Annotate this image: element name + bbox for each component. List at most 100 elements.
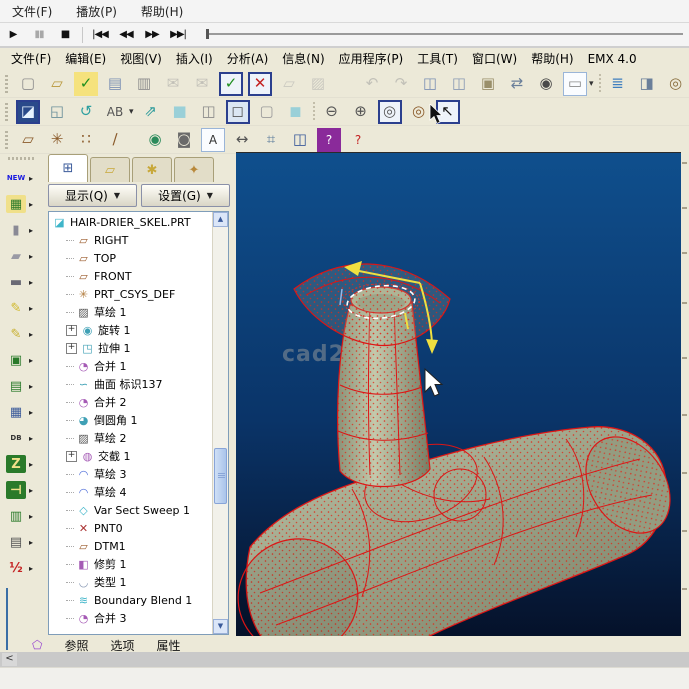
tree-item[interactable]: ◔合并 2 (49, 393, 213, 411)
menu-analysis[interactable]: 分析(A) (220, 48, 276, 69)
tab-folder-browser[interactable]: ▱ (90, 157, 130, 182)
step-back-button[interactable]: ◀◀ (113, 29, 139, 40)
menu-window[interactable]: 窗口(W) (465, 48, 524, 69)
flyout-arrow-icon[interactable]: ▸ (29, 330, 33, 339)
tree-item[interactable]: ◡类型 1 (49, 573, 213, 591)
play-button[interactable]: ▶ (0, 29, 26, 40)
annotation-button[interactable]: A (201, 128, 225, 152)
tree-item[interactable]: ▨草绘 2 (49, 429, 213, 447)
tree-item[interactable]: +◉旋转 1 (49, 321, 213, 339)
layers-button[interactable]: ≣ (606, 72, 630, 96)
menu-help[interactable]: 帮助(H) (524, 48, 580, 69)
dropdown-arrow-icon[interactable]: ▾ (129, 107, 134, 117)
select-items-button[interactable]: ↖ (436, 100, 460, 124)
tab-favorites[interactable]: ✱ (132, 157, 172, 182)
emx-dowel-button[interactable]: ▰▸ (0, 243, 46, 269)
flyout-arrow-icon[interactable]: ▸ (29, 408, 33, 417)
flyout-arrow-icon[interactable]: ▸ (29, 460, 33, 469)
measure-button[interactable]: ↔ (230, 128, 254, 152)
open-file-button[interactable]: ▱ (45, 72, 69, 96)
csys-display-button[interactable]: ✳ (45, 128, 69, 152)
skip-end-button[interactable]: ▶▶| (165, 29, 191, 40)
player-menu-help[interactable]: 帮助(H) (129, 0, 195, 23)
scroll-left-button[interactable]: < (2, 653, 17, 666)
menu-edit[interactable]: 编辑(E) (58, 48, 113, 69)
tree-item[interactable]: ▱DTM1 (49, 537, 213, 555)
stop-button[interactable]: ■ (52, 29, 78, 40)
tree-item[interactable]: ◔合并 1 (49, 357, 213, 375)
point-display-button[interactable]: ∷ (74, 128, 98, 152)
emx-marker-pen-button[interactable]: ✎▸ (0, 295, 46, 321)
email-model-button[interactable]: ✉ (161, 72, 185, 96)
context-help-button[interactable]: ? (346, 128, 370, 152)
tree-item[interactable]: +◍交截 1 (49, 447, 213, 465)
tree-item[interactable]: ◇Var Sect Sweep 1 (49, 501, 213, 519)
flyout-arrow-icon[interactable]: ▸ (29, 356, 33, 365)
tree-item[interactable]: ◠草绘 3 (49, 465, 213, 483)
tree-item[interactable]: ▱TOP (49, 249, 213, 267)
emx-grid-plate-button[interactable]: ▦▸ (0, 399, 46, 425)
player-menu-file[interactable]: 文件(F) (0, 0, 64, 23)
emx-moldbase-check-button[interactable]: ▤▸ (0, 529, 46, 555)
help-button[interactable]: ? (317, 128, 341, 152)
emx-database-button[interactable]: DB▸ (0, 425, 46, 451)
scroll-down-button[interactable]: ▼ (213, 619, 228, 634)
email-link-button[interactable]: ✉ (190, 72, 214, 96)
emx-bolt-button[interactable]: ▬▸ (0, 269, 46, 295)
fly-through-button[interactable]: ⇗ (139, 100, 163, 124)
emx-clamp-button[interactable]: ⊣▸ (0, 477, 46, 503)
flyout-arrow-icon[interactable]: ▸ (29, 512, 33, 521)
print-button[interactable]: ▥ (132, 72, 156, 96)
emx-counter-button[interactable]: ½▸ (0, 555, 46, 581)
dropdown-arrow-icon[interactable]: ▾ (589, 79, 594, 89)
expander-plus-icon[interactable]: + (66, 325, 77, 336)
menu-view[interactable]: 视图(V) (113, 48, 169, 69)
skip-start-button[interactable]: |◀◀ (87, 29, 113, 40)
zoom-in-button[interactable]: ⊕ (349, 100, 373, 124)
regenerate-button[interactable]: ⇄ (505, 72, 529, 96)
settings-dropdown-button[interactable]: 设置(G) ▼ (141, 184, 230, 207)
flyout-arrow-icon[interactable]: ▸ (29, 304, 33, 313)
emx-new-project-button[interactable]: NEW▸ (0, 165, 46, 191)
plane-display-button[interactable]: ▱ (16, 128, 40, 152)
emx-tool-button[interactable]: Z▸ (0, 451, 46, 477)
tab-history[interactable]: ✦ (174, 157, 214, 182)
globe-button[interactable]: ◉ (143, 128, 167, 152)
tree-item[interactable]: +◳拉伸 1 (49, 339, 213, 357)
flyout-arrow-icon[interactable]: ▸ (29, 252, 33, 261)
playback-slider[interactable] (207, 33, 683, 35)
copy-page-button[interactable]: ▱ (277, 72, 301, 96)
close-window-button[interactable]: ✕ (248, 72, 272, 96)
paste-button[interactable]: ▣ (476, 72, 500, 96)
tree-item[interactable]: ≋Boundary Blend 1 (49, 591, 213, 609)
emx-screw-button[interactable]: ▮▸ (0, 217, 46, 243)
zoom-out-button[interactable]: ⊖ (320, 100, 344, 124)
flyout-arrow-icon[interactable]: ▸ (29, 538, 33, 547)
undo-button[interactable]: ↶ (360, 72, 384, 96)
copy-button[interactable]: ◫ (418, 72, 442, 96)
tree-item[interactable]: ◕倒圆角 1 (49, 411, 213, 429)
flyout-arrow-icon[interactable]: ▸ (29, 434, 33, 443)
flyout-arrow-icon[interactable]: ▸ (29, 226, 33, 235)
emx-ejector-button[interactable]: ▣▸ (0, 347, 46, 373)
hidden-line-style-button[interactable]: ◫ (197, 100, 221, 124)
show-dropdown-button[interactable]: 显示(Q) ▼ (48, 184, 137, 207)
menu-tools[interactable]: 工具(T) (410, 48, 465, 69)
paste-page-button[interactable]: ▨ (306, 72, 330, 96)
dashboard-tab-references[interactable]: 参照 (64, 637, 88, 654)
emx-moldbase-button[interactable]: ▦▸ (0, 191, 46, 217)
flyout-arrow-icon[interactable]: ▸ (29, 278, 33, 287)
flyout-arrow-icon[interactable]: ▸ (29, 564, 33, 573)
player-menu-play[interactable]: 播放(P) (64, 0, 129, 23)
emx-marker-pen2-button[interactable]: ✎▸ (0, 321, 46, 347)
zoom-options-button[interactable]: ◎ (407, 100, 431, 124)
graphics-viewport[interactable]: cad268 (236, 152, 681, 639)
tree-item[interactable]: ◧修剪 1 (49, 555, 213, 573)
window-tile-button[interactable]: ◫ (288, 128, 312, 152)
tree-item[interactable]: ◪HAIR-DRIER_SKEL.PRT (49, 213, 213, 231)
copy-append-button[interactable]: ◫ (447, 72, 471, 96)
spin-center-button[interactable]: ↺ (74, 100, 98, 124)
saved-views-button[interactable]: AB (103, 100, 127, 124)
model-size-button[interactable]: ⌗ (259, 128, 283, 152)
tree-item[interactable]: ◠草绘 4 (49, 483, 213, 501)
